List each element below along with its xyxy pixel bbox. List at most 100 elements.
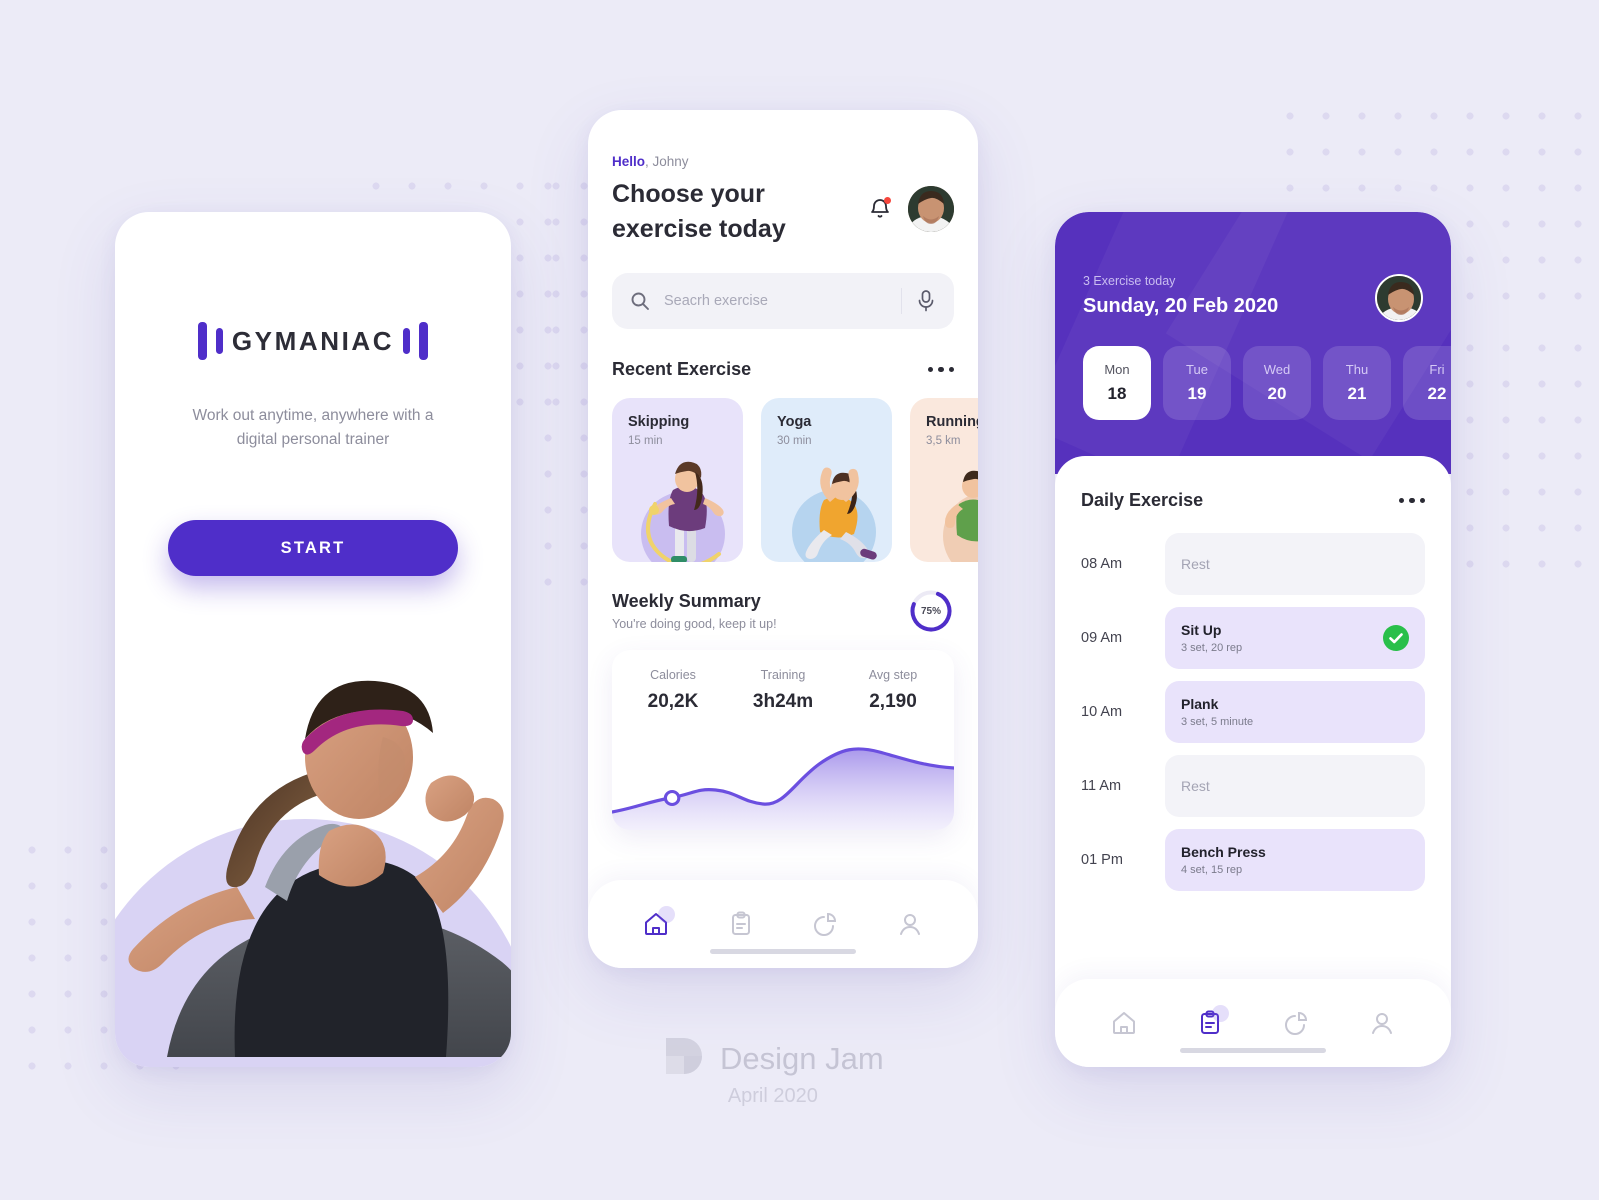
avatar[interactable] [1375,274,1423,322]
daily-exercise-sheet: Daily Exercise 08 Am Rest 09 Am Sit Up 3… [1055,456,1451,1067]
day-name: Thu [1345,362,1369,377]
recent-exercise-more-button[interactable] [927,366,954,373]
nav-active-glow [658,906,676,923]
day-name: Mon [1104,362,1130,377]
schedule-time: 11 Am [1081,778,1122,794]
schedule-card-name: Plank [1181,696,1219,712]
nav-person-icon[interactable] [1368,1009,1396,1037]
exercise-card-skipping[interactable]: Skipping 15 min [612,398,743,562]
weekly-summary-card: Calories 20,2K Training 3h24m Avg step 2… [612,650,954,830]
weekly-summary-subtitle: You're doing good, keep it up! [612,617,777,631]
day-chip-wed[interactable]: Wed 20 [1243,346,1311,420]
stat-value: 3h24m [752,691,814,712]
day-chip-tue[interactable]: Tue 19 [1163,346,1231,420]
stat-training: Training 3h24m [728,668,838,713]
design-jam-logo-icon [662,1034,706,1083]
phone-splash-screen: GYMANIAC Work out anytime, anywhere with… [115,212,511,1067]
bottom-navigation-schedule[interactable] [1055,979,1451,1067]
schedule-card-name: Sit Up [1181,622,1222,638]
nav-clipboard-icon[interactable] [727,910,755,938]
exercise-card-name: Running [926,414,978,430]
stat-avg-step: Avg step 2,190 [838,668,948,713]
stat-value: 2,190 [869,691,917,712]
day-chip-mon[interactable]: Mon 18 [1083,346,1151,420]
day-chip-thu[interactable]: Thu 21 [1323,346,1391,420]
schedule-card-plank[interactable]: Plank 3 set, 5 minute [1165,681,1425,743]
nav-person-icon[interactable] [896,910,924,938]
schedule-card-sit-up[interactable]: Sit Up 3 set, 20 rep [1165,607,1425,669]
recent-exercise-carousel[interactable]: Skipping 15 min Yoga 30 min Runnin 3,5 k… [612,398,978,562]
nav-active-glow [1212,1005,1229,1022]
bottom-navigation-home[interactable] [588,880,978,968]
daily-exercise-title: Daily Exercise [1081,490,1204,510]
search-icon [630,291,650,311]
completed-check-icon [1383,625,1409,651]
watermark-subtitle: April 2020 [727,1085,818,1107]
search-bar[interactable] [612,273,954,329]
stat-label: Avg step [868,668,918,682]
nav-pie-chart-icon[interactable] [811,910,839,938]
app-logo: GYMANIAC [115,322,511,360]
search-divider [901,288,902,314]
exercise-card-name: Yoga [777,414,812,430]
greeting-hello: Hello [612,154,646,169]
logo-bar-left-tall [197,322,207,360]
weekly-summary-title: Weekly Summary [612,591,761,611]
exercise-card-meta: 3,5 km [926,435,961,447]
schedule-card-meta: 3 set, 5 minute [1181,716,1254,728]
schedule-time: 10 Am [1081,704,1123,720]
schedule-row: 10 Am Plank 3 set, 5 minute [1081,681,1425,743]
exercise-card-yoga[interactable]: Yoga 30 min [761,398,892,562]
schedule-time: 01 Pm [1081,852,1123,868]
avatar[interactable] [908,186,954,232]
day-number: 20 [1267,384,1287,403]
schedule-card-bench-press[interactable]: Bench Press 4 set, 15 rep [1165,829,1425,891]
exercise-card-name: Skipping [628,414,690,430]
schedule-card-name: Bench Press [1181,844,1266,860]
start-button[interactable]: START [168,520,458,576]
logo-bar-right-short [403,328,411,354]
stat-value: 20,2K [647,691,699,712]
greeting-name: , Johny [645,154,689,169]
logo-wordmark: GYMANIAC [231,325,395,356]
exercise-card-meta: 30 min [777,435,812,447]
day-number: 22 [1427,384,1447,403]
nav-home-icon[interactable] [1110,1009,1138,1037]
schedule-row: 09 Am Sit Up 3 set, 20 rep [1081,607,1425,669]
exercise-card-running[interactable]: Running 3,5 km [910,398,978,562]
nav-pie-chart-icon[interactable] [1282,1009,1310,1037]
notification-badge-dot [884,197,891,204]
logo-bar-right-tall [419,322,429,360]
stat-label: Training [760,668,806,682]
daily-exercise-more-button[interactable] [1398,497,1425,504]
day-name: Wed [1263,362,1291,377]
nav-clipboard-icon[interactable] [1196,1005,1229,1037]
running-illustration [929,452,978,562]
schedule-card-name: Rest [1181,556,1210,572]
schedule-time: 08 Am [1081,556,1123,572]
schedule-card-rest[interactable]: Rest [1165,755,1425,817]
week-day-selector[interactable]: Mon 18 Tue 19 Wed 20 Thu 21 Fri 22 [1083,346,1451,420]
microphone-icon[interactable] [916,289,936,313]
search-input[interactable] [664,293,887,309]
home-indicator-bar [710,949,856,954]
schedule-row: 01 Pm Bench Press 4 set, 15 rep [1081,829,1425,891]
watermark-title: Design Jam [720,1040,884,1076]
yoga-illustration [780,452,892,562]
day-name: Fri [1429,362,1445,377]
tagline-text: Work out anytime, anywhere with a digita… [192,407,434,448]
day-number: 18 [1107,384,1127,403]
notification-bell-icon[interactable] [868,197,892,221]
skipping-illustration [631,452,743,562]
schedule-row: 08 Am Rest [1081,533,1425,595]
day-number: 19 [1187,384,1207,403]
athlete-photo [115,587,511,1067]
exercise-count-label: 3 Exercise today [1083,274,1176,288]
schedule-row: 11 Am Rest [1081,755,1425,817]
progress-ring-label: 75% [920,605,941,617]
schedule-card-rest[interactable]: Rest [1165,533,1425,595]
recent-exercise-title: Recent Exercise [612,359,752,379]
schedule-card-name: Rest [1181,778,1210,794]
day-chip-fri[interactable]: Fri 22 [1403,346,1451,420]
nav-home-icon[interactable] [642,906,676,938]
